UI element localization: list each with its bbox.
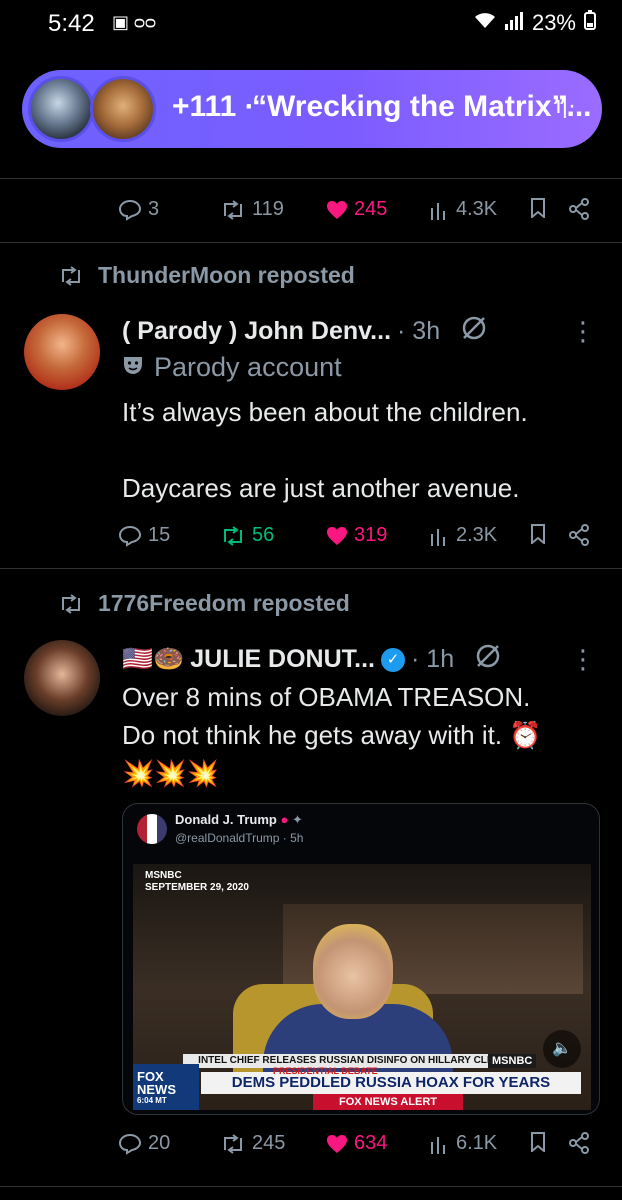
reply-button[interactable]: 15 (118, 524, 170, 547)
notification-icons: ▣ ᴑᴑ (112, 12, 156, 32)
repost-icon (224, 1133, 242, 1154)
audio-wave-icon: ı|· (555, 92, 576, 119)
views-button[interactable]: 6.1K (430, 1132, 497, 1155)
bookmark-button[interactable] (530, 524, 546, 544)
fox-news-logo: FOX NEWS 6:04 MT (133, 1064, 199, 1110)
share-icon (569, 524, 589, 546)
repost-button[interactable]: 245 (220, 1132, 285, 1155)
flag-emoji: 🇺🇸🍩 (122, 645, 185, 673)
listener-count: +111 · (172, 90, 255, 123)
chyron-main: DEMS PEDDLED RUSSIA HOAX FOR YEARS (201, 1072, 581, 1094)
reposter-link[interactable]: ThunderMoon reposted (98, 262, 355, 289)
repost-icon (224, 199, 242, 220)
news-alert-banner: FOX NEWS ALERT (313, 1094, 463, 1110)
divider (0, 178, 622, 179)
share-button[interactable] (568, 524, 590, 546)
speaker-avatar-2 (90, 76, 156, 142)
repost-context: 1776Freedom reposted (58, 590, 350, 617)
post-time: · 3h (397, 317, 441, 345)
divider (0, 1186, 622, 1187)
status-time: 5:42 (48, 10, 95, 37)
status-right: 23% (474, 10, 596, 36)
repost-icon (224, 525, 242, 546)
quoted-post[interactable]: Donald J. Trump ● ✦ @realDonaldTrump · 5… (122, 803, 600, 1115)
tweet-actions: 20 245 634 6.1K (0, 1126, 622, 1166)
author-name[interactable]: JULIE DONUT... (190, 645, 375, 674)
divider (0, 568, 622, 569)
like-button[interactable]: 319 (326, 524, 387, 547)
parody-label: Parody account (122, 352, 342, 383)
status-bar: 5:42 ▣ ᴑᴑ 23% (0, 0, 622, 48)
more-options-icon[interactable]: ⋮ (570, 644, 596, 675)
reply-button[interactable]: 20 (118, 1132, 170, 1155)
video-person-head (313, 924, 393, 1019)
post-time: · 1h (411, 645, 455, 673)
tweet-actions: 3 119 245 4.3K (0, 192, 622, 232)
views-icon (431, 202, 445, 220)
share-icon (569, 198, 589, 220)
reply-button[interactable]: 3 (118, 198, 159, 221)
battery-percent: 23% (531, 10, 576, 35)
quoted-handle: @realDonaldTrump · 5h (175, 831, 304, 845)
repost-button[interactable]: 119 (220, 198, 284, 221)
video-source-tag: MSNBC SEPTEMBER 29, 2020 (145, 870, 249, 893)
speaker-avatar-1 (28, 76, 94, 142)
post-text: It’s always been about the children. Day… (122, 397, 528, 503)
network-logo: MSNBC (488, 1054, 537, 1068)
battery-icon (584, 10, 596, 36)
verified-badge-icon: ✓ (381, 647, 406, 672)
heart-filled-icon (327, 526, 347, 545)
bookmark-button[interactable] (530, 1132, 546, 1152)
reply-icon (118, 1133, 142, 1155)
space-title: “Wrecking the Matrix”... (252, 90, 592, 123)
bookmark-button[interactable] (530, 198, 546, 218)
reposter-link[interactable]: 1776Freedom reposted (98, 590, 350, 617)
grok-icon[interactable] (460, 314, 488, 349)
divider (0, 242, 622, 243)
more-options-icon[interactable]: ⋮ (570, 316, 596, 347)
quoted-author-name: Donald J. Trump ● ✦ (175, 812, 303, 827)
wifi-icon (474, 10, 496, 36)
post-header: 🇺🇸🍩 JULIE DONUT... ✓ · 1h (122, 642, 502, 677)
quoted-avatar (137, 814, 167, 844)
repost-icon (62, 593, 80, 614)
repost-icon (62, 265, 80, 286)
mask-icon (122, 352, 144, 383)
post-text: Over 8 mins of OBAMA TREASON. Do not thi… (122, 682, 542, 788)
tweet-actions: 15 56 319 2.3K (0, 518, 622, 558)
share-icon (569, 1132, 589, 1154)
signal-icon (504, 10, 524, 36)
views-icon (431, 528, 445, 546)
author-name[interactable]: ( Parody ) John Denv... (122, 317, 391, 346)
like-button[interactable]: 634 (326, 1132, 387, 1155)
views-button[interactable]: 2.3K (430, 524, 497, 547)
bookmark-icon (531, 524, 545, 544)
bookmark-icon (531, 198, 545, 218)
sound-icon[interactable]: 🔈 (543, 1030, 581, 1068)
post-header: ( Parody ) John Denv... · 3h (122, 314, 488, 349)
spaces-live-banner[interactable]: +111 · “Wrecking the Matrix”... ı|· (22, 70, 602, 148)
avatar[interactable] (24, 640, 100, 716)
bookmark-icon (531, 1132, 545, 1152)
grok-icon[interactable] (474, 642, 502, 677)
share-button[interactable] (568, 1132, 590, 1154)
heart-filled-icon (327, 1134, 347, 1153)
share-button[interactable] (568, 198, 590, 220)
reply-icon (118, 199, 142, 221)
like-button[interactable]: 245 (326, 198, 387, 221)
video-player[interactable]: MSNBC SEPTEMBER 29, 2020 INTEL CHIEF REL… (133, 864, 591, 1110)
heart-filled-icon (327, 200, 347, 219)
avatar[interactable] (24, 314, 100, 390)
repost-button[interactable]: 56 (220, 524, 274, 547)
views-button[interactable]: 4.3K (430, 198, 497, 221)
reply-icon (118, 525, 142, 547)
repost-context: ThunderMoon reposted (58, 262, 355, 289)
views-icon (431, 1136, 445, 1154)
chyron-debate: PRESIDENTIAL DEBATE (273, 1066, 378, 1076)
